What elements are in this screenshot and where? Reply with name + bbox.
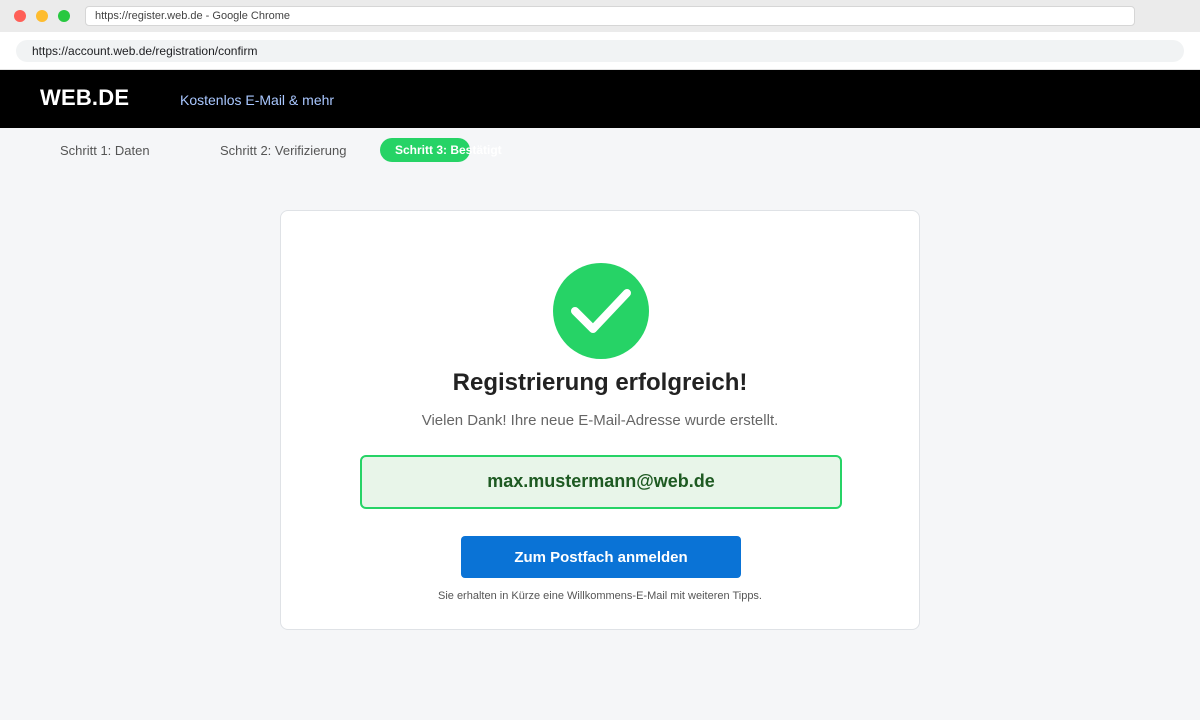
address-bar[interactable]: https://account.web.de/registration/conf… — [16, 40, 1184, 62]
step-3-label: Schritt 3: Bestätigt — [395, 143, 502, 157]
step-1-data: Schritt 1: Daten — [60, 143, 150, 158]
window-title: https://register.web.de - Google Chrome — [85, 6, 1135, 26]
browser-toolbar: https://account.web.de/registration/conf… — [0, 32, 1200, 70]
minimize-window-icon[interactable] — [36, 10, 48, 22]
new-email-address: max.mustermann@web.de — [487, 471, 715, 491]
maximize-window-icon[interactable] — [58, 10, 70, 22]
webde-logo[interactable]: WEB.DE — [40, 85, 129, 111]
success-message: Vielen Dank! Ihre neue E-Mail-Adresse wu… — [421, 412, 779, 429]
site-header: WEB.DE Kostenlos E-Mail & mehr — [0, 70, 1200, 128]
checkmark-icon — [553, 263, 649, 359]
new-email-address-box: max.mustermann@web.de — [360, 455, 842, 509]
confirmation-card: Registrierung erfolgreich! Vielen Dank! … — [280, 210, 920, 630]
header-tagline-link[interactable]: Kostenlos E-Mail & mehr — [180, 92, 334, 108]
step-3-confirmed-pill: Schritt 3: Bestätigt — [380, 138, 502, 162]
success-headline: Registrierung erfolgreich! — [452, 369, 748, 396]
window-titlebar: https://register.web.de - Google Chrome — [0, 0, 1200, 32]
welcome-email-note: Sie erhalten in Kürze eine Willkommens-E… — [437, 590, 762, 602]
go-to-mailbox-button[interactable]: Zum Postfach anmelden — [461, 536, 741, 578]
close-window-icon[interactable] — [14, 10, 26, 22]
step-2-verification: Schritt 2: Verifizierung — [220, 143, 347, 158]
